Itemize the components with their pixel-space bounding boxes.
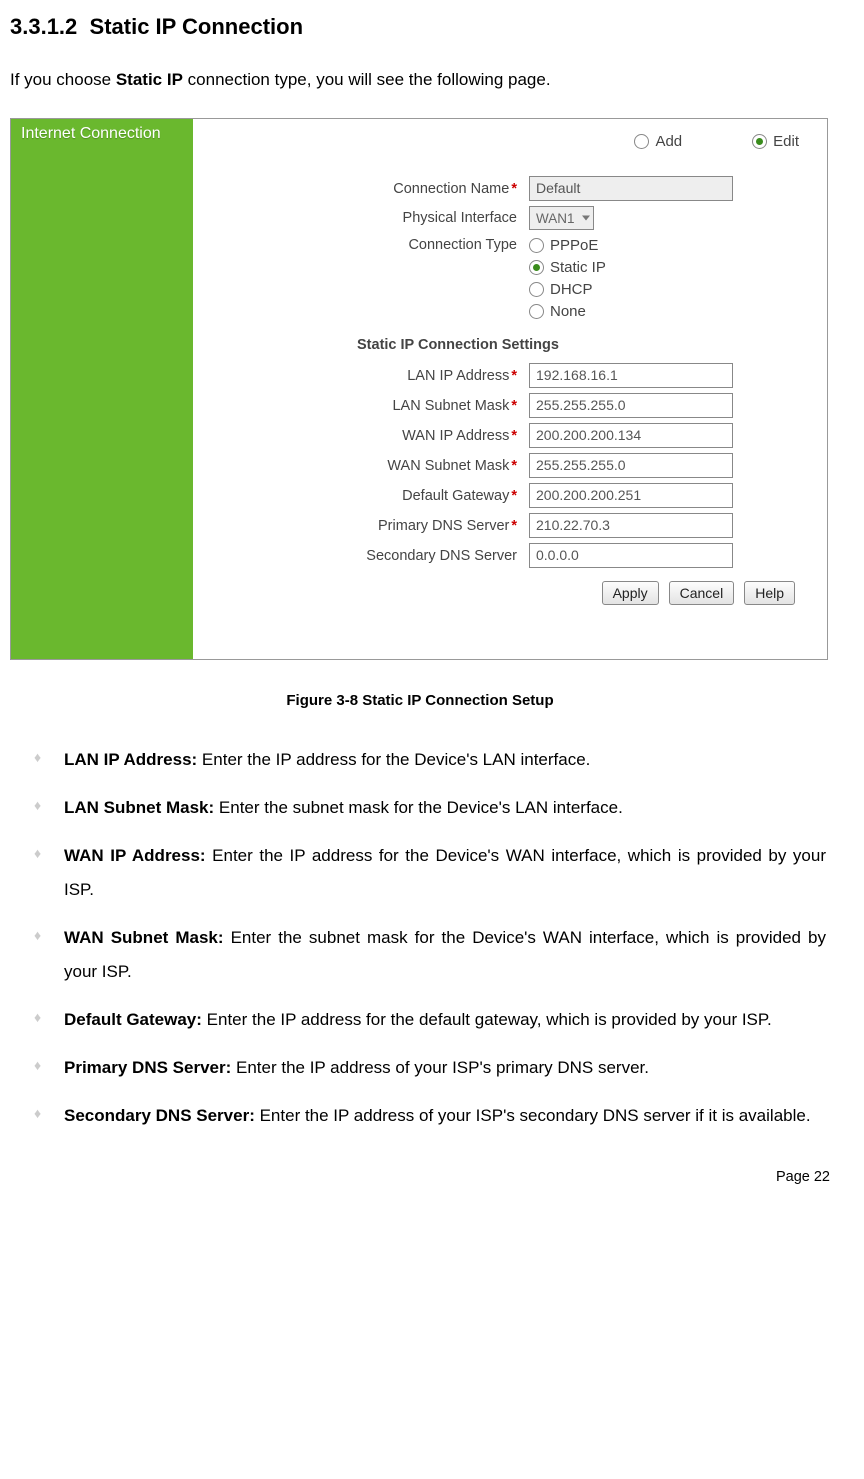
lan-mask-input[interactable]: 255.255.255.0 bbox=[529, 393, 733, 418]
screenshot-figure: Internet Connection Add Edit Connection … bbox=[10, 118, 828, 660]
term: LAN IP Address: bbox=[64, 750, 197, 769]
term-text: Enter the IP address for the Device's LA… bbox=[197, 750, 590, 769]
term-text: Enter the IP address for the default gat… bbox=[202, 1010, 772, 1029]
list-item: WAN Subnet Mask: Enter the subnet mask f… bbox=[34, 921, 826, 989]
sidebar-title: Internet Connection bbox=[11, 119, 193, 149]
term: LAN Subnet Mask: bbox=[64, 798, 214, 817]
physical-interface-value: WAN1 bbox=[536, 211, 575, 226]
connection-type-label: Connection Type bbox=[207, 235, 529, 253]
list-item: Primary DNS Server: Enter the IP address… bbox=[34, 1051, 826, 1085]
intro-suffix: connection type, you will see the follow… bbox=[183, 70, 551, 89]
list-item: Default Gateway: Enter the IP address fo… bbox=[34, 1003, 826, 1037]
primary-dns-input[interactable]: 210.22.70.3 bbox=[529, 513, 733, 538]
dhcp-radio[interactable]: DHCP bbox=[529, 281, 606, 298]
term: WAN IP Address: bbox=[64, 846, 206, 865]
wan-mask-label: WAN Subnet Mask* bbox=[207, 458, 529, 474]
section-number: 3.3.1.2 bbox=[10, 14, 77, 39]
wan-ip-input[interactable]: 200.200.200.134 bbox=[529, 423, 733, 448]
secondary-dns-label: Secondary DNS Server bbox=[207, 548, 529, 564]
static-ip-section-title: Static IP Connection Settings bbox=[207, 325, 813, 361]
static-ip-label: Static IP bbox=[550, 259, 606, 276]
pppoe-radio[interactable]: PPPoE bbox=[529, 237, 606, 254]
intro-bold: Static IP bbox=[116, 70, 183, 89]
add-radio[interactable]: Add bbox=[634, 133, 682, 150]
field-description-list: LAN IP Address: Enter the IP address for… bbox=[10, 743, 830, 1133]
figure-caption: Figure 3-8 Static IP Connection Setup bbox=[10, 692, 830, 709]
secondary-dns-input[interactable]: 0.0.0.0 bbox=[529, 543, 733, 568]
term: Primary DNS Server: bbox=[64, 1058, 231, 1077]
physical-interface-label: Physical Interface bbox=[207, 210, 529, 226]
gateway-label: Default Gateway* bbox=[207, 488, 529, 504]
radio-icon bbox=[634, 134, 649, 149]
connection-type-radio-group: PPPoE Static IP DHCP None bbox=[529, 235, 606, 320]
list-item: WAN IP Address: Enter the IP address for… bbox=[34, 839, 826, 907]
dhcp-label: DHCP bbox=[550, 281, 593, 298]
term: Default Gateway: bbox=[64, 1010, 202, 1029]
add-radio-label: Add bbox=[655, 133, 682, 150]
lan-ip-label: LAN IP Address* bbox=[207, 368, 529, 384]
intro-paragraph: If you choose Static IP connection type,… bbox=[10, 70, 830, 90]
radio-icon bbox=[529, 238, 544, 253]
connection-name-input[interactable]: Default bbox=[529, 176, 733, 201]
lan-ip-input[interactable]: 192.168.16.1 bbox=[529, 363, 733, 388]
term-text: Enter the subnet mask for the Device's L… bbox=[214, 798, 623, 817]
pppoe-label: PPPoE bbox=[550, 237, 598, 254]
list-item: Secondary DNS Server: Enter the IP addre… bbox=[34, 1099, 826, 1133]
term: Secondary DNS Server: bbox=[64, 1106, 255, 1125]
radio-icon bbox=[752, 134, 767, 149]
button-row: Apply Cancel Help bbox=[207, 573, 813, 609]
intro-prefix: If you choose bbox=[10, 70, 116, 89]
edit-radio[interactable]: Edit bbox=[752, 133, 799, 150]
radio-icon bbox=[529, 304, 544, 319]
term-text: Enter the IP address of your ISP's secon… bbox=[255, 1106, 811, 1125]
sidebar: Internet Connection bbox=[11, 119, 193, 659]
wan-ip-label: WAN IP Address* bbox=[207, 428, 529, 444]
lan-mask-label: LAN Subnet Mask* bbox=[207, 398, 529, 414]
term-text: Enter the IP address of your ISP's prima… bbox=[231, 1058, 649, 1077]
cancel-button[interactable]: Cancel bbox=[669, 581, 735, 605]
chevron-down-icon bbox=[582, 216, 590, 221]
connection-name-label: Connection Name* bbox=[207, 181, 529, 197]
term: WAN Subnet Mask: bbox=[64, 928, 224, 947]
section-heading: 3.3.1.2 Static IP Connection bbox=[10, 14, 830, 40]
page-number: Page 22 bbox=[10, 1147, 830, 1185]
radio-icon bbox=[529, 260, 544, 275]
edit-radio-label: Edit bbox=[773, 133, 799, 150]
section-title: Static IP Connection bbox=[90, 14, 304, 39]
add-edit-radio-group: Add Edit bbox=[207, 129, 813, 174]
gateway-input[interactable]: 200.200.200.251 bbox=[529, 483, 733, 508]
list-item: LAN IP Address: Enter the IP address for… bbox=[34, 743, 826, 777]
list-item: LAN Subnet Mask: Enter the subnet mask f… bbox=[34, 791, 826, 825]
apply-button[interactable]: Apply bbox=[602, 581, 659, 605]
none-label: None bbox=[550, 303, 586, 320]
wan-mask-input[interactable]: 255.255.255.0 bbox=[529, 453, 733, 478]
radio-icon bbox=[529, 282, 544, 297]
help-button[interactable]: Help bbox=[744, 581, 795, 605]
physical-interface-select[interactable]: WAN1 bbox=[529, 206, 594, 230]
none-radio[interactable]: None bbox=[529, 303, 606, 320]
primary-dns-label: Primary DNS Server* bbox=[207, 518, 529, 534]
form-panel: Add Edit Connection Name* Default Physic… bbox=[193, 119, 827, 659]
static-ip-radio[interactable]: Static IP bbox=[529, 259, 606, 276]
